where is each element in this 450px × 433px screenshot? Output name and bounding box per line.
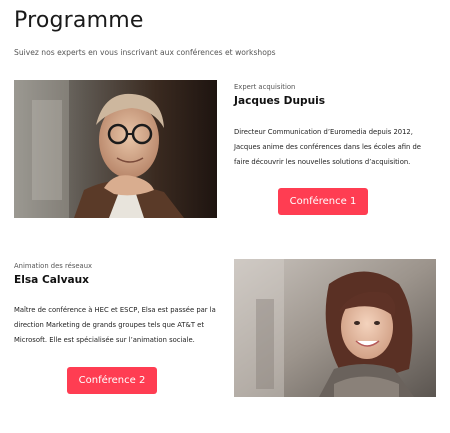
page-title: Programme <box>14 8 144 33</box>
speaker-photo-elsa <box>234 259 436 397</box>
conference-2-button[interactable]: Conférence 2 <box>67 367 157 394</box>
speaker-description: Maître de conférence à HEC et ESCP, Elsa… <box>14 306 216 344</box>
speaker-role: Expert acquisition <box>234 83 296 91</box>
speaker-description: Directeur Communication d’Euromedia depu… <box>234 128 421 166</box>
speaker-role: Animation des réseaux <box>14 262 93 270</box>
page-subtitle: Suivez nos experts en vous inscrivant au… <box>14 48 276 57</box>
conference-1-button[interactable]: Conférence 1 <box>278 188 368 215</box>
speaker-photo-jacques <box>14 80 217 218</box>
speaker-name: Elsa Calvaux <box>14 274 89 286</box>
speaker-name: Jacques Dupuis <box>234 95 326 107</box>
